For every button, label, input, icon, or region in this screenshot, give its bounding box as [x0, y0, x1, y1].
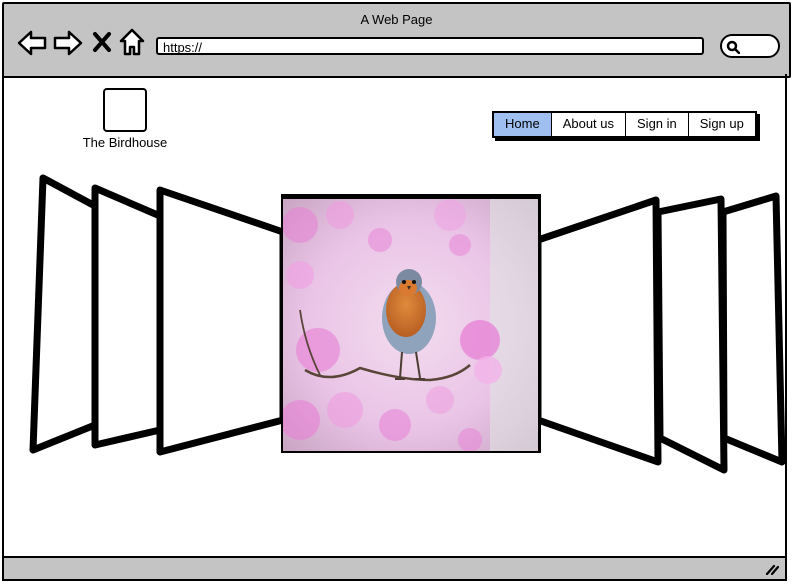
- carousel-slide-right-3[interactable]: [719, 192, 786, 466]
- carousel-slide-right-1[interactable]: [534, 196, 662, 466]
- status-bar: [2, 556, 787, 581]
- carousel-slide-left-1[interactable]: [156, 186, 287, 456]
- browser-window: A Web Page https:// The Birdhouse Home A…: [0, 0, 793, 585]
- carousel-slide-left-3[interactable]: [29, 174, 99, 454]
- carousel-slide-right-2[interactable]: [654, 195, 728, 474]
- robin-photo: [283, 199, 538, 451]
- carousel-slide-left-2[interactable]: [91, 184, 164, 449]
- resize-handle-icon[interactable]: [765, 563, 779, 575]
- image-carousel: [29, 174, 786, 474]
- carousel-center-photo[interactable]: [280, 194, 541, 453]
